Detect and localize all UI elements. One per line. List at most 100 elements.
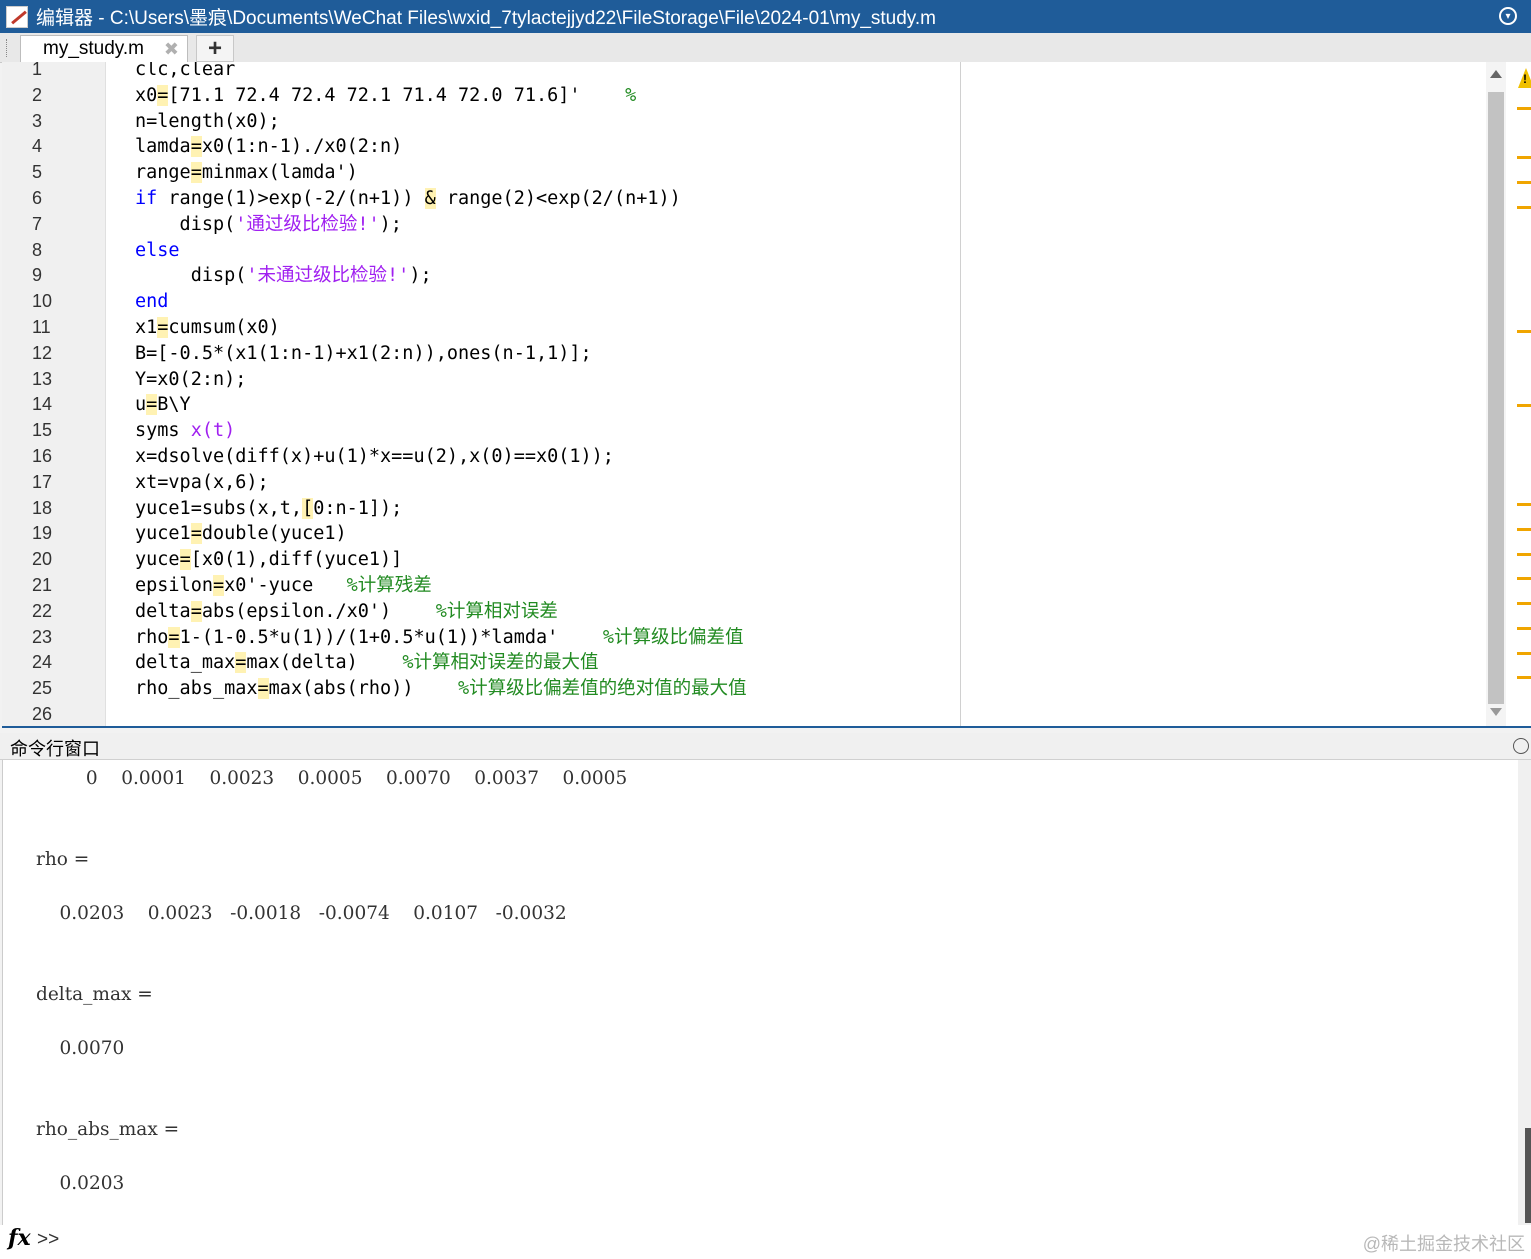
code-line[interactable]: 16 x=dsolve(diff(x)+u(1)*x==u(2),x(0)==x0… (2, 444, 960, 470)
code-line[interactable]: 23 rho=1-(1-0.5*u(1))/(1+0.5*u(1))*lamda'… (2, 625, 960, 651)
line-number[interactable]: 13 (32, 367, 72, 393)
line-number[interactable]: 18 (32, 496, 72, 522)
output-var-rho-abs-max: rho_abs_max = (36, 1119, 180, 1140)
code-text: range=minmax(lamda') (135, 160, 358, 186)
warning-marker[interactable] (1517, 330, 1531, 333)
code-line[interactable]: 6 if range(1)>exp(-2/(n+1)) & range(2)<ex… (2, 186, 960, 212)
code-text: B=[-0.5*(x1(1:n-1)+x1(2:n)),ones(n-1,1)]… (135, 341, 592, 367)
add-tab-button[interactable]: + (196, 35, 234, 62)
scroll-thumb[interactable] (1488, 92, 1504, 704)
warning-marker[interactable] (1517, 676, 1531, 679)
line-number[interactable]: 16 (32, 444, 72, 470)
code-line[interactable]: 21 epsilon=x0'-yuce %计算残差 (2, 573, 960, 599)
line-number[interactable]: 21 (32, 573, 72, 599)
warning-marker[interactable] (1517, 404, 1531, 407)
line-number[interactable]: 1 (32, 62, 72, 83)
code-editor[interactable]: 1 clc,clear 2 x0=[71.1 72.4 72.4 72.1 71.4 … (2, 62, 1531, 728)
code-line[interactable]: 17 xt=vpa(x,6); (2, 470, 960, 496)
line-number[interactable]: 23 (32, 625, 72, 651)
watermark: @稀土掘金技术社区 (1362, 1234, 1525, 1254)
code-comment: %计算相对误差的最大值 (402, 652, 599, 674)
code-line[interactable]: 1 clc,clear (2, 62, 960, 83)
code-keyword: end (135, 291, 169, 313)
code-line[interactable]: 11 x1=cumsum(x0) (2, 315, 960, 341)
panel-menu-icon[interactable] (1513, 738, 1529, 754)
code-line[interactable]: 5 range=minmax(lamda') (2, 160, 960, 186)
line-number[interactable]: 11 (32, 315, 72, 341)
warning-marker[interactable] (1517, 627, 1531, 630)
close-icon[interactable]: ✖ (164, 39, 179, 60)
line-number[interactable]: 10 (32, 289, 72, 315)
code-text: Y=x0(2:n); (135, 367, 246, 393)
line-number[interactable]: 7 (32, 212, 72, 238)
code-line[interactable]: 12 B=[-0.5*(x1(1:n-1)+x1(2:n)),ones(n-1,1… (2, 341, 960, 367)
line-number[interactable]: 20 (32, 547, 72, 573)
line-number[interactable]: 3 (32, 109, 72, 135)
code-line[interactable]: 10 end (2, 289, 960, 315)
fx-icon[interactable]: fx (8, 1225, 31, 1251)
line-number[interactable]: 9 (32, 263, 72, 289)
line-number[interactable]: 12 (32, 341, 72, 367)
warning-marker[interactable] (1517, 652, 1531, 655)
line-number[interactable]: 6 (32, 186, 72, 212)
code-line[interactable]: 13 Y=x0(2:n); (2, 367, 960, 393)
line-number[interactable]: 25 (32, 676, 72, 702)
code-line[interactable]: 22 delta=abs(epsilon./x0') %计算相对误差 (2, 599, 960, 625)
warning-marker[interactable] (1517, 528, 1531, 531)
scroll-down-icon[interactable] (1490, 708, 1502, 716)
tab-grip-handle[interactable] (6, 39, 9, 57)
command-scroll-thumb[interactable] (1525, 1128, 1531, 1223)
code-line[interactable]: 9 disp('未通过级比检验!'); (2, 263, 960, 289)
code-line[interactable]: 7 disp('通过级比检验!'); (2, 212, 960, 238)
warning-marker[interactable] (1517, 503, 1531, 506)
code-text: x=dsolve(diff(x)+u(1)*x==u(2),x(0)==x0(1… (135, 444, 614, 470)
line-number[interactable]: 4 (32, 134, 72, 160)
command-window-scrollbar[interactable] (1518, 760, 1531, 1225)
warning-marker[interactable] (1517, 206, 1531, 209)
code-token: x0 (135, 84, 158, 106)
line-number[interactable]: 8 (32, 238, 72, 264)
code-text: rho=1-(1-0.5*u(1))/(1+0.5*u(1))*lamda' %… (135, 625, 743, 651)
warning-icon[interactable]: ! (1518, 68, 1531, 88)
code-line[interactable]: 20 yuce=[x0(1),diff(yuce1)] (2, 547, 960, 573)
code-line[interactable]: 26 (2, 702, 960, 726)
command-window-output[interactable]: 0 0.0001 0.0023 0.0005 0.0070 0.0037 0.0… (2, 760, 1519, 1225)
warning-marker[interactable] (1517, 156, 1531, 159)
code-line[interactable]: 19 yuce1=double(yuce1) (2, 521, 960, 547)
window-menu-icon[interactable]: ▾ (1499, 7, 1517, 25)
line-number[interactable]: 15 (32, 418, 72, 444)
output-rho-values: 0.0203 0.0023 -0.0018 -0.0074 0.0107 -0.… (36, 903, 567, 924)
line-number[interactable]: 19 (32, 521, 72, 547)
code-line[interactable]: 25 rho_abs_max=max(abs(rho)) %计算级比偏差值的绝对值… (2, 676, 960, 702)
warning-marker[interactable] (1517, 553, 1531, 556)
line-number[interactable]: 26 (32, 702, 72, 726)
code-line[interactable]: 2 x0=[71.1 72.4 72.4 72.1 71.4 72.0 71.6]… (2, 83, 960, 109)
code-line[interactable]: 4 lamda=x0(1:n-1)./x0(2:n) (2, 134, 960, 160)
code-line[interactable]: 8 else (2, 238, 960, 264)
code-token: [71.1 72.4 72.4 72.1 71.4 72.0 71.6]' (168, 84, 626, 106)
tab-my-study[interactable]: my_study.m ✖ (20, 35, 188, 62)
command-prompt[interactable]: fx >> (0, 1225, 1531, 1259)
editor-vertical-scrollbar[interactable] (1486, 62, 1506, 726)
code-token: xt=vpa(x,6); (135, 471, 269, 493)
warning-marker[interactable] (1517, 602, 1531, 605)
warning-marker[interactable] (1517, 181, 1531, 184)
line-number[interactable]: 5 (32, 160, 72, 186)
code-string: '通过级比检验!' (235, 213, 380, 235)
line-number[interactable]: 14 (32, 392, 72, 418)
code-line[interactable]: 14 u=B\Y (2, 392, 960, 418)
code-token: yuce (135, 549, 180, 571)
warning-marker[interactable] (1517, 107, 1531, 110)
line-number[interactable]: 17 (32, 470, 72, 496)
code-line[interactable]: 24 delta_max=max(delta) %计算相对误差的最大值 (2, 650, 960, 676)
code-text: clc,clear (135, 62, 235, 83)
code-line[interactable]: 18 yuce1=subs(x,t,[0:n-1]); (2, 496, 960, 522)
line-number[interactable]: 2 (32, 83, 72, 109)
code-token: yuce1=subs(x,t, (135, 497, 303, 519)
line-number[interactable]: 24 (32, 650, 72, 676)
code-line[interactable]: 3 n=length(x0); (2, 109, 960, 135)
scroll-up-icon[interactable] (1490, 70, 1502, 78)
code-line[interactable]: 15 syms x(t) (2, 418, 960, 444)
warning-marker[interactable] (1517, 577, 1531, 580)
line-number[interactable]: 22 (32, 599, 72, 625)
